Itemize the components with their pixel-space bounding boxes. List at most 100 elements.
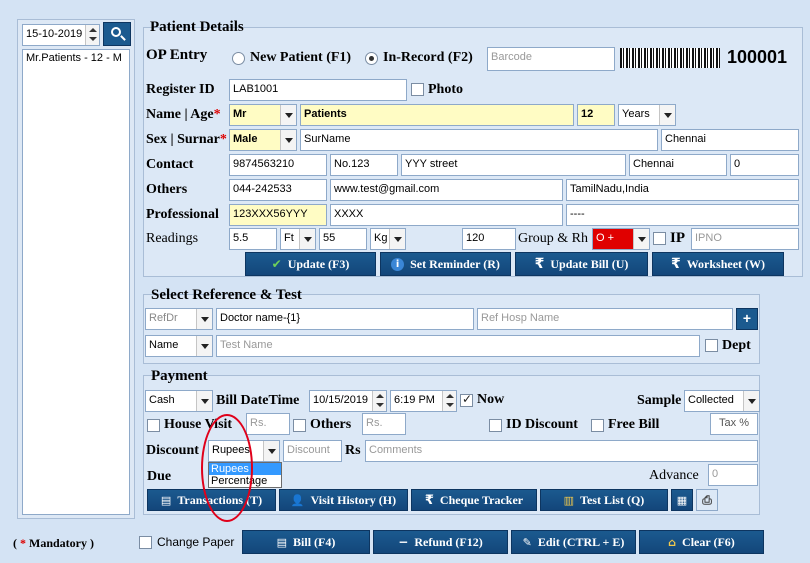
chevron-down-icon — [196, 391, 212, 411]
height-unit-combo[interactable]: Ft — [280, 228, 316, 250]
prof-extra-input[interactable]: ---- — [566, 204, 799, 226]
calculator-icon: ▦ — [676, 493, 688, 507]
phone-input[interactable]: 9874563210 — [229, 154, 327, 176]
document-icon: ▤ — [160, 493, 172, 507]
free-bill-label: Free Bill — [608, 417, 660, 432]
city-input[interactable]: Chennai — [629, 154, 727, 176]
chevron-down-icon — [389, 229, 405, 249]
prof-name-input[interactable]: XXXX — [330, 204, 563, 226]
others-checkbox[interactable] — [293, 419, 306, 432]
discount-label: Discount — [146, 443, 199, 458]
prof-id-input[interactable]: 123XXX56YYY — [229, 204, 327, 226]
date-spinner[interactable] — [85, 25, 99, 45]
alt-phone-input[interactable]: 044-242533 — [229, 179, 327, 201]
new-patient-radio[interactable] — [232, 52, 245, 65]
set-reminder-button[interactable]: i Set Reminder (R) — [380, 252, 511, 276]
pay-mode-combo[interactable]: Cash — [145, 390, 213, 412]
date-picker[interactable]: 15-10-2019 — [22, 24, 100, 46]
test-name-input[interactable]: Test Name — [216, 335, 700, 357]
bill-time-input[interactable]: 6:19 PM — [390, 390, 457, 412]
ip-checkbox[interactable] — [653, 232, 666, 245]
address2-input[interactable]: YYY street — [401, 154, 626, 176]
pincode-input[interactable]: 0 — [730, 154, 799, 176]
worksheet-button[interactable]: ₹ Worksheet (W) — [652, 252, 784, 276]
chevron-down-icon — [280, 105, 296, 125]
clear-button[interactable]: ⌂ Clear (F6) — [639, 530, 764, 554]
mandatory-note: ( * Mandatory ) — [13, 536, 94, 550]
chevron-down-icon — [196, 309, 212, 329]
discount-input[interactable]: Discount — [283, 440, 342, 462]
barcode-input[interactable]: Barcode — [487, 47, 615, 71]
list-item[interactable]: Mr.Patients - 12 - M — [23, 50, 129, 66]
house-visit-checkbox[interactable] — [147, 419, 160, 432]
update-button[interactable]: ✔ Update (F3) — [245, 252, 376, 276]
search-icon-handle — [120, 35, 126, 41]
height-input[interactable]: 5.5 — [229, 228, 277, 250]
sample-combo[interactable]: Collected — [684, 390, 760, 412]
title-combo[interactable]: Mr — [229, 104, 297, 126]
change-paper-checkbox[interactable] — [139, 536, 152, 549]
id-discount-checkbox[interactable] — [489, 419, 502, 432]
email-input[interactable]: www.test@gmail.com — [330, 179, 563, 201]
address1-input[interactable]: No.123 — [330, 154, 398, 176]
date-spinner[interactable] — [372, 391, 386, 411]
bill-date-input[interactable]: 10/15/2019 — [309, 390, 387, 412]
edit-button[interactable]: ✎ Edit (CTRL + E) — [511, 530, 636, 554]
register-id-input[interactable]: LAB1001 — [229, 79, 407, 101]
bill-button[interactable]: ▤ Bill (F4) — [242, 530, 370, 554]
refdr-combo[interactable]: RefDr — [145, 308, 213, 330]
blood-group-combo[interactable]: O + — [592, 228, 650, 250]
tax-input[interactable]: Tax % — [710, 413, 758, 435]
advance-input[interactable]: 0 — [708, 464, 758, 486]
add-reference-button[interactable]: + — [736, 308, 758, 330]
ipno-input[interactable]: IPNO — [691, 228, 799, 250]
section-title-patient: Patient Details — [150, 19, 244, 35]
age-unit-combo[interactable]: Years — [618, 104, 676, 126]
readings-label: Readings — [146, 231, 199, 246]
due-label: Due — [147, 469, 172, 484]
weight-input[interactable]: 55 — [319, 228, 367, 250]
bp-input[interactable]: 120 — [462, 228, 516, 250]
calculator-button[interactable]: ▦ — [671, 489, 693, 511]
printer-icon: ⎙ — [702, 492, 712, 507]
refund-button[interactable]: − Refund (F12) — [373, 530, 508, 554]
now-checkbox[interactable] — [460, 392, 473, 407]
register-id-label: Register ID — [146, 82, 215, 97]
dept-checkbox[interactable] — [705, 339, 718, 352]
name-input[interactable]: Patients — [300, 104, 574, 126]
chevron-down-icon — [659, 105, 675, 125]
chevron-down-icon — [633, 229, 649, 249]
id-discount-label: ID Discount — [506, 417, 578, 432]
plus-icon: + — [742, 310, 752, 326]
person-icon: 👤 — [290, 493, 305, 507]
time-spinner[interactable] — [442, 391, 456, 411]
rs-label: Rs — [345, 443, 361, 458]
comments-input[interactable]: Comments — [365, 440, 758, 462]
in-record-radio[interactable] — [365, 52, 378, 65]
surname-input[interactable]: SurName — [300, 129, 658, 151]
doctor-name-input[interactable]: Doctor name-{1} — [216, 308, 474, 330]
ref-hosp-input[interactable]: Ref Hosp Name — [477, 308, 733, 330]
print-button[interactable]: ⎙ — [696, 489, 718, 511]
photo-checkbox[interactable] — [411, 83, 424, 96]
search-button[interactable] — [103, 22, 131, 46]
name-combo[interactable]: Name — [145, 335, 213, 357]
update-bill-button[interactable]: ₹ Update Bill (U) — [515, 252, 648, 276]
barcode-icon — [620, 48, 720, 68]
free-bill-checkbox[interactable] — [591, 419, 604, 432]
cheque-tracker-button[interactable]: ₹ Cheque Tracker — [411, 489, 537, 511]
sex-combo[interactable]: Male — [229, 129, 297, 151]
chevron-down-icon — [280, 130, 296, 150]
house-visit-rs-input[interactable]: Rs. — [246, 413, 290, 435]
patient-list[interactable]: Mr.Patients - 12 - M — [22, 49, 130, 515]
others-rs-input[interactable]: Rs. — [362, 413, 406, 435]
annotation-ellipse — [201, 414, 253, 522]
age-input[interactable]: 12 — [577, 104, 615, 126]
test-list-button[interactable]: ▥ Test List (Q) — [540, 489, 668, 511]
weight-unit-combo[interactable]: Kg — [370, 228, 406, 250]
visit-history-button[interactable]: 👤 Visit History (H) — [279, 489, 408, 511]
chevron-down-icon — [196, 336, 212, 356]
state-input[interactable]: TamilNadu,India — [566, 179, 799, 201]
city-top-input[interactable]: Chennai — [661, 129, 799, 151]
now-label: Now — [477, 392, 505, 407]
